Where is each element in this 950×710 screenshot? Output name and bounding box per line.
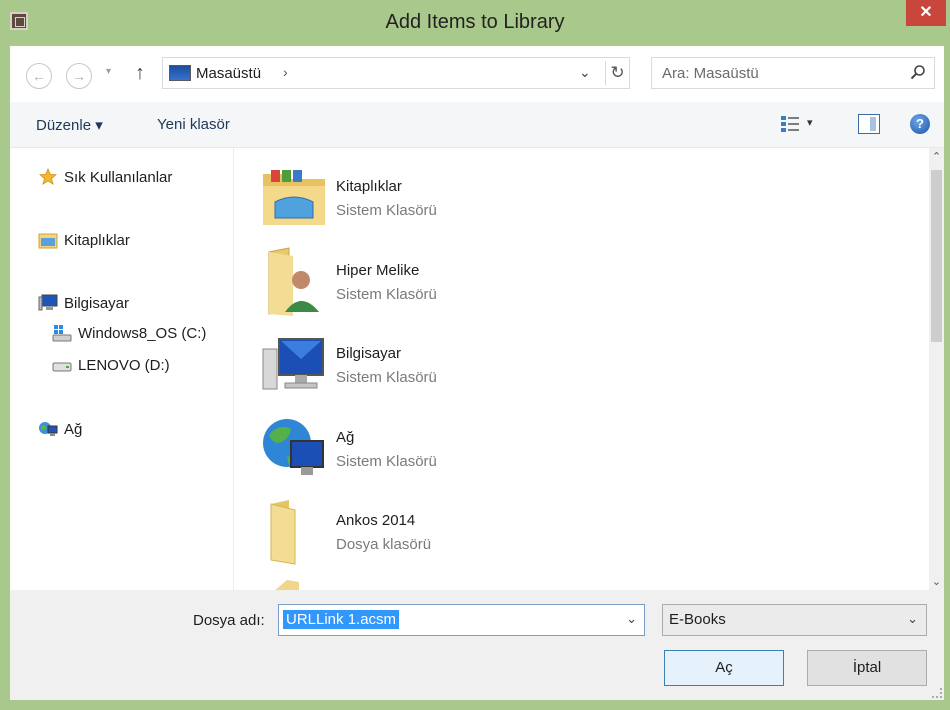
file-name: Kitaplıklar	[336, 178, 402, 195]
dialog-window: Add Items to Library ✕ ← → ▾ ↑ Masaüstü …	[0, 0, 950, 710]
navigation-pane: Sık Kullanılanlar Kitaplıklar Bilgisayar	[10, 148, 234, 590]
computer-icon	[262, 338, 324, 390]
network-icon	[39, 422, 58, 436]
window-title: Add Items to Library	[385, 11, 565, 33]
address-path[interactable]: Masaüstü	[196, 65, 261, 82]
list-item[interactable]: Ağ Sistem Klasörü	[235, 405, 915, 487]
desktop-icon	[169, 65, 191, 81]
title-bar[interactable]: Add Items to Library ✕	[0, 0, 950, 46]
close-button[interactable]: ✕	[906, 0, 946, 26]
address-bar-row: ← → ▾ ↑ Masaüstü › ⌄ ↻ Ara: Masaüstü	[10, 46, 944, 102]
sidebar-item-label: Ağ	[64, 420, 83, 438]
network-globe-icon	[263, 419, 324, 475]
resize-grip[interactable]	[932, 688, 942, 698]
view-dropdown-icon[interactable]: ▾	[807, 116, 813, 129]
file-type: Sistem Klasörü	[336, 202, 437, 219]
user-folder-icon	[268, 247, 319, 316]
up-button[interactable]: ↑	[135, 62, 145, 85]
sidebar-item-label: Windows8_OS (C:)	[78, 324, 207, 342]
filename-value[interactable]: URLLink 1.acsm	[283, 610, 400, 629]
address-dropdown-icon[interactable]: ⌄	[579, 64, 591, 81]
search-placeholder: Ara: Masaüstü	[662, 65, 759, 82]
list-item[interactable]: Ankos 2014 Dosya klasörü	[235, 488, 915, 570]
search-icon[interactable]	[910, 64, 926, 80]
filename-label: Dosya adı:	[193, 612, 265, 629]
path-chevron-icon[interactable]: ›	[283, 64, 288, 80]
preview-pane-icon[interactable]	[858, 114, 880, 134]
new-folder-button[interactable]: Yeni klasör	[157, 116, 230, 133]
file-name: Ankos 2014	[336, 512, 416, 529]
file-type: Dosya klasörü	[336, 536, 432, 553]
bottom-panel: Dosya adı: URLLink 1.acsm ⌄ E-Books ⌄ Aç…	[10, 590, 944, 700]
filename-field[interactable]: URLLink 1.acsm ⌄	[278, 604, 645, 636]
file-list: Kitaplıklar Sistem Klasörü Hiper Melike …	[235, 148, 929, 590]
file-type: Sistem Klasörü	[336, 453, 437, 470]
help-icon[interactable]: ?	[910, 114, 930, 134]
search-input[interactable]: Ara: Masaüstü	[651, 57, 935, 89]
address-field[interactable]: Masaüstü › ⌄ ↻	[162, 57, 630, 89]
filetype-dropdown-icon[interactable]: ⌄	[907, 611, 918, 627]
open-button[interactable]: Aç	[664, 650, 784, 686]
file-type: Sistem Klasörü	[336, 369, 437, 386]
sidebar-item-computer[interactable]: Bilgisayar	[38, 294, 129, 312]
forward-button[interactable]: →	[66, 63, 92, 89]
sidebar-item-network[interactable]: Ağ	[38, 420, 82, 438]
refresh-button[interactable]: ↻	[605, 61, 629, 85]
folder-icon	[275, 580, 299, 590]
drive-icon	[52, 362, 72, 372]
sidebar-item-label: Kitaplıklar	[64, 231, 130, 249]
sidebar-item-libraries[interactable]: Kitaplıklar	[38, 231, 130, 249]
recent-locations-dropdown[interactable]: ▾	[106, 66, 111, 77]
scroll-up-icon[interactable]: ⌃	[929, 150, 944, 163]
folder-icon	[270, 500, 296, 565]
command-bar: Düzenle ▾ Yeni klasör ▾ ?	[10, 102, 944, 148]
list-item[interactable]: Bilgisayar Sistem Klasörü	[235, 321, 915, 403]
file-name: Bilgisayar	[336, 345, 402, 362]
vertical-scrollbar[interactable]: ⌃ ⌄	[929, 148, 944, 590]
scroll-down-icon[interactable]: ⌄	[929, 575, 944, 588]
libraries-folder-icon	[263, 170, 325, 225]
sidebar-item-label: Bilgisayar	[64, 294, 130, 312]
list-item[interactable]: Hiper Melike Sistem Klasörü	[235, 238, 915, 320]
file-name: Hiper Melike	[336, 262, 420, 279]
windows-drive-icon	[52, 325, 72, 342]
file-name: Ağ	[336, 429, 355, 446]
filetype-select[interactable]: E-Books ⌄	[662, 604, 927, 636]
sidebar-item-drive-d[interactable]: LENOVO (D:)	[52, 356, 170, 374]
file-type: Sistem Klasörü	[336, 286, 437, 303]
sidebar-item-favorites[interactable]: Sık Kullanılanlar	[38, 168, 172, 186]
computer-icon	[38, 294, 58, 311]
sidebar-item-label: LENOVO (D:)	[78, 356, 170, 374]
scroll-thumb[interactable]	[931, 170, 942, 342]
star-icon	[38, 168, 58, 185]
cancel-button[interactable]: İptal	[807, 650, 927, 686]
dialog-client: ← → ▾ ↑ Masaüstü › ⌄ ↻ Ara: Masaüstü Düz…	[10, 46, 944, 700]
sidebar-item-drive-c[interactable]: Windows8_OS (C:)	[52, 324, 206, 342]
view-options-icon[interactable]	[780, 114, 800, 134]
filetype-value: E-Books	[669, 611, 726, 628]
organize-button[interactable]: Düzenle ▾	[36, 116, 103, 134]
filename-dropdown-icon[interactable]: ⌄	[626, 611, 637, 627]
back-button[interactable]: ←	[26, 63, 52, 89]
sidebar-item-label: Sık Kullanılanlar	[64, 168, 173, 186]
list-item[interactable]: Kitaplıklar Sistem Klasörü	[235, 154, 915, 236]
libraries-icon	[38, 233, 58, 249]
